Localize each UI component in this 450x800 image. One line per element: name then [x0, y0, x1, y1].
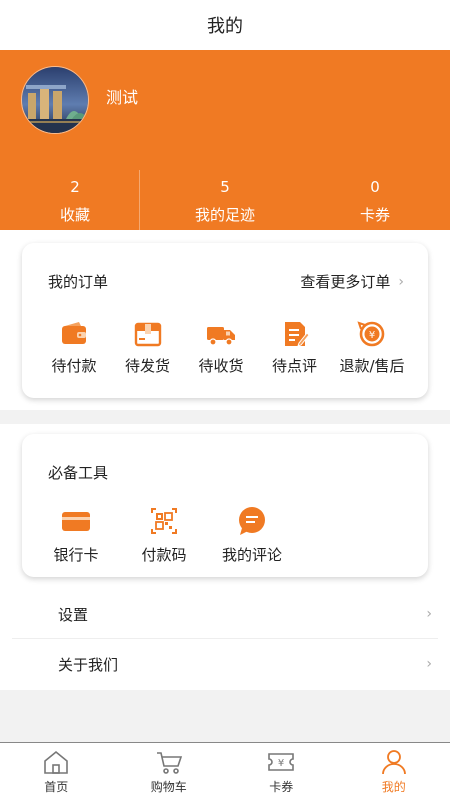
wallet-icon: [62, 322, 86, 344]
order-pending-receipt[interactable]: 待收货: [185, 319, 257, 376]
title-bar: 我的: [0, 0, 450, 50]
stat-count: 0: [370, 178, 380, 196]
tab-label: 首页: [44, 780, 69, 794]
cart-icon: [156, 752, 182, 774]
tool-my-comments[interactable]: 我的评论: [212, 506, 292, 565]
home-icon: [44, 750, 69, 774]
refund-icon: ¥: [357, 321, 385, 347]
tools-row: 银行卡 付款码 我的评论: [36, 506, 292, 565]
order-status-label: 待点评: [271, 357, 317, 375]
chevron-right-icon: ›: [398, 273, 404, 290]
stat-coupons[interactable]: 0 卡券: [300, 170, 450, 230]
order-status-label: 待收货: [198, 357, 244, 375]
tab-coupons[interactable]: ¥ 卡券: [225, 743, 338, 800]
menu-item-label: 设置: [58, 605, 89, 624]
stat-label: 收藏: [59, 206, 90, 224]
order-refund-aftersale[interactable]: ¥ 退款/售后: [332, 319, 412, 376]
tool-label: 付款码: [141, 546, 187, 564]
stat-label: 我的足迹: [194, 206, 255, 224]
tab-mine[interactable]: 我的: [338, 743, 450, 800]
order-status-label: 退款/售后: [339, 357, 405, 375]
order-status-label: 待付款: [51, 357, 97, 375]
svg-text:¥: ¥: [278, 758, 284, 769]
chevron-right-icon: ›: [426, 656, 432, 672]
avatar-image: [22, 67, 88, 133]
tools-title: 必备工具: [48, 464, 109, 482]
page-title: 我的: [207, 16, 243, 37]
coupon-icon: ¥: [268, 753, 295, 771]
tab-cart[interactable]: 购物车: [113, 743, 226, 800]
avatar[interactable]: [21, 66, 89, 134]
orders-title: 我的订单: [48, 273, 109, 291]
username[interactable]: 测试: [106, 84, 138, 108]
payment-code-icon: [151, 508, 177, 534]
view-more-label: 查看更多订单: [300, 273, 391, 291]
order-pending-review[interactable]: 待点评: [259, 319, 331, 376]
comment-icon: [239, 507, 265, 535]
svg-text:¥: ¥: [369, 330, 375, 341]
chevron-right-icon: ›: [426, 606, 432, 622]
tab-label: 购物车: [150, 780, 187, 794]
bank-card-icon: [62, 512, 90, 531]
tools-card: 必备工具 银行卡 付款码 我的评论: [22, 434, 428, 577]
order-status-row: 待付款 待发货 待收货 待点评 ¥ 退款/售后: [38, 319, 412, 376]
order-pending-payment[interactable]: 待付款: [38, 319, 110, 376]
order-pending-shipment[interactable]: 待发货: [112, 319, 184, 376]
stat-label: 卡券: [359, 206, 390, 224]
tab-label: 卡券: [269, 780, 294, 794]
order-status-label: 待发货: [124, 357, 170, 375]
user-icon: [381, 750, 406, 775]
stat-footprints[interactable]: 5 我的足迹: [150, 170, 300, 230]
tool-bank-card[interactable]: 银行卡: [36, 506, 116, 565]
tool-label: 银行卡: [53, 546, 99, 564]
profile-header: 测试 2 收藏 5 我的足迹 0 卡券: [0, 50, 450, 230]
stat-favorites[interactable]: 2 收藏: [0, 170, 150, 230]
view-more-orders-link[interactable]: 查看更多订单 ›: [300, 271, 404, 292]
orders-card: 我的订单 查看更多订单 › 待付款 待发货 待收货 待点评 ¥ 退款/售后: [22, 243, 428, 398]
menu-item-settings[interactable]: 设置 ›: [12, 589, 438, 639]
tool-payment-code[interactable]: 付款码: [124, 506, 204, 565]
tab-home[interactable]: 首页: [0, 743, 113, 800]
package-icon: [134, 322, 161, 347]
stats-row: 2 收藏 5 我的足迹 0 卡券: [0, 170, 450, 230]
bottom-tab-bar: 首页 购物车 ¥ 卡券 我的: [0, 742, 450, 800]
review-icon: [284, 322, 310, 347]
tab-label: 我的: [381, 780, 406, 794]
menu-item-about-us[interactable]: 关于我们 ›: [12, 639, 438, 689]
stat-count: 2: [70, 178, 80, 196]
stat-count: 5: [220, 178, 230, 196]
menu-item-label: 关于我们: [58, 655, 119, 674]
tool-label: 我的评论: [221, 546, 282, 564]
truck-icon: [207, 327, 235, 346]
